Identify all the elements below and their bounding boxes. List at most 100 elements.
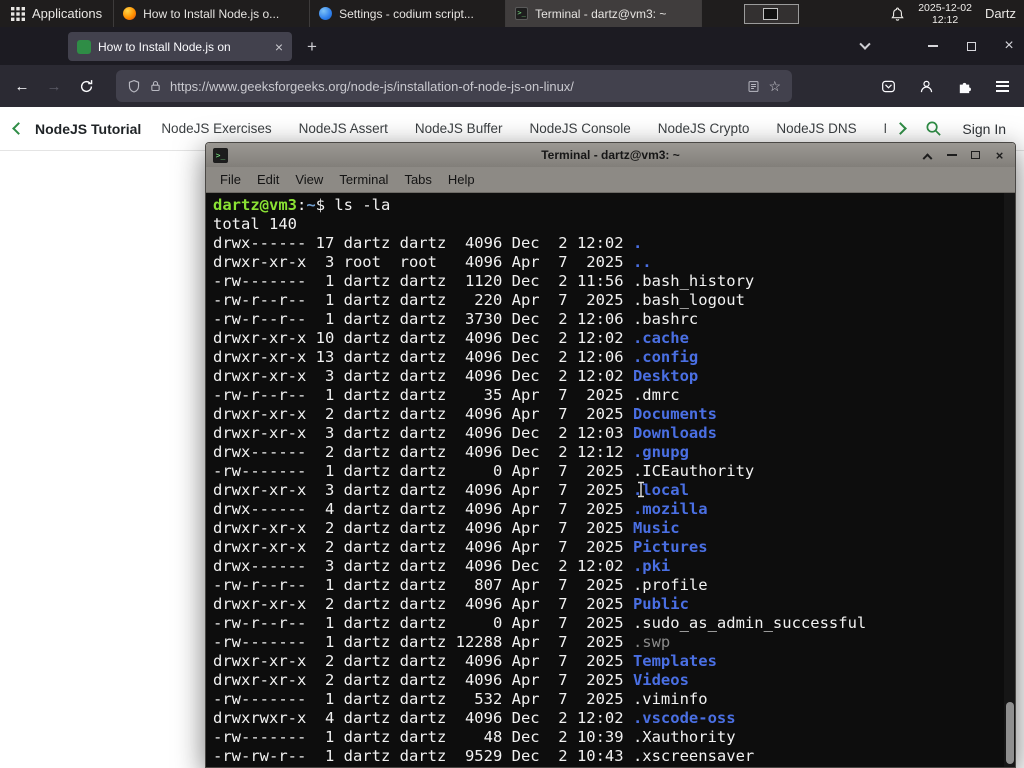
notifications-bell-icon[interactable] (890, 6, 905, 22)
url-bar[interactable]: https://www.geeksforgeeks.org/node-js/in… (116, 70, 792, 102)
applications-grid-icon (11, 6, 25, 21)
terminal-title: Terminal - dartz@vm3: ~ (541, 148, 680, 162)
scrollbar-thumb[interactable] (1005, 702, 1014, 764)
account-icon[interactable] (910, 71, 942, 101)
clock[interactable]: 2025-12-02 12:12 (918, 2, 972, 26)
sign-in-link[interactable]: Sign In (962, 121, 1006, 137)
terminal-line: drwxr-xr-x 3 dartz dartz 4096 Dec 2 12:0… (213, 367, 699, 385)
nav-scroll-right-icon[interactable] (894, 122, 908, 135)
workspace-switcher[interactable] (744, 3, 800, 24)
terminal-line: drwxr-xr-x 2 dartz dartz 4096 Apr 7 2025… (213, 595, 689, 613)
site-nav-item[interactable]: NodeJS Console (529, 121, 630, 136)
terminal-line: drwxrwxr-x 4 dartz dartz 4096 Dec 2 12:0… (213, 709, 736, 727)
menu-hamburger-icon[interactable] (986, 71, 1018, 101)
terminal-line: drwxr-xr-x 3 dartz dartz 4096 Dec 2 12:0… (213, 424, 717, 442)
desktop: Applications How to Install Node.js o...… (0, 0, 1024, 768)
reload-button[interactable] (70, 71, 102, 101)
terminal-line: -rw------- 1 dartz dartz 532 Apr 7 2025 … (213, 690, 708, 708)
list-all-tabs-chevron-icon[interactable] (852, 36, 878, 58)
site-nav-item[interactable]: NodeJS Crypto (658, 121, 750, 136)
terminal-line: -rw------- 1 dartz dartz 1120 Dec 2 11:5… (213, 272, 755, 290)
applications-label: Applications (32, 6, 103, 21)
workspace-window-thumbnail (763, 7, 779, 20)
browser-close-button[interactable]: × (994, 33, 1024, 59)
terminal-line: drwx------ 2 dartz dartz 4096 Dec 2 12:1… (213, 443, 689, 461)
taskbar-button-label: Settings - codium script... (339, 6, 474, 21)
terminal-line: -rw-r--r-- 1 dartz dartz 35 Apr 7 2025 .… (213, 386, 680, 404)
menu-tabs[interactable]: Tabs (396, 169, 439, 190)
taskbar-button[interactable]: >_ Terminal - dartz@vm3: ~ (506, 0, 703, 27)
user-menu[interactable]: Dartz (985, 6, 1016, 21)
terminal-shade-button[interactable] (920, 148, 935, 163)
browser-maximize-button[interactable] (956, 33, 986, 59)
terminal-line: -rw-rw-r-- 1 dartz dartz 9529 Dec 2 10:4… (213, 747, 755, 765)
tab-close-icon[interactable]: × (275, 40, 283, 54)
mouse-ibeam-cursor (636, 481, 646, 503)
site-nav-right: Sign In (894, 120, 1010, 137)
browser-minimize-button[interactable] (918, 33, 948, 59)
taskbar-button[interactable]: Settings - codium script... (310, 0, 507, 27)
terminal-line: drwxr-xr-x 2 dartz dartz 4096 Apr 7 2025… (213, 405, 717, 423)
browser-tab[interactable]: How to Install Node.js on × (68, 32, 292, 61)
terminal-body[interactable]: dartz@vm3:~$ ls -la total 140 drwx------ 1… (206, 193, 1015, 767)
url-text[interactable]: https://www.geeksforgeeks.org/node-js/in… (170, 79, 739, 94)
terminal-line: -rw-r--r-- 1 dartz dartz 220 Apr 7 2025 … (213, 291, 745, 309)
terminal-line: drwx------ 17 dartz dartz 4096 Dec 2 12:… (213, 234, 643, 252)
terminal-line: -rw------- 1 dartz dartz 0 Apr 7 2025 .I… (213, 462, 755, 480)
menu-view[interactable]: View (287, 169, 331, 190)
terminal-line: drwxr-xr-x 2 dartz dartz 4096 Apr 7 2025… (213, 519, 680, 537)
new-tab-button[interactable]: + (300, 35, 324, 59)
terminal-line: drwxr-xr-x 2 dartz dartz 4096 Apr 7 2025… (213, 538, 708, 556)
tracking-protection-shield-icon[interactable] (127, 79, 141, 94)
menu-file[interactable]: File (212, 169, 249, 190)
site-nav-item[interactable]: NodeJS Buffer (415, 121, 503, 136)
tab-title: How to Install Node.js on (98, 39, 231, 54)
terminal-line: -rw------- 1 dartz dartz 48 Dec 2 10:39 … (213, 728, 736, 746)
taskbar-button-label: How to Install Node.js o... (143, 6, 280, 21)
terminal-window: >_ Terminal - dartz@vm3: ~ × File Edit Vie… (205, 142, 1016, 768)
terminal-output: dartz@vm3:~$ ls -la total 140 drwx------ 1… (206, 193, 1015, 766)
terminal-line: -rw-r--r-- 1 dartz dartz 3730 Dec 2 12:0… (213, 310, 699, 328)
clock-date: 2025-12-02 (918, 1, 972, 14)
terminal-icon: >_ (515, 7, 529, 20)
terminal-line: drwx------ 4 dartz dartz 4096 Apr 7 2025… (213, 500, 708, 518)
terminal-line: dartz@vm3:~$ ls -la (213, 196, 391, 214)
menu-terminal[interactable]: Terminal (331, 169, 396, 190)
site-nav-item[interactable]: Node (884, 121, 887, 136)
pocket-icon[interactable] (872, 71, 904, 101)
site-nav-item[interactable]: NodeJS Assert (299, 121, 388, 136)
terminal-titlebar[interactable]: >_ Terminal - dartz@vm3: ~ × (206, 143, 1015, 167)
toolbar-right-icons (872, 71, 1018, 101)
nav-scroll-left-icon[interactable] (12, 122, 25, 135)
terminal-menubar: File Edit View Terminal Tabs Help (206, 167, 1015, 193)
reader-mode-icon[interactable] (747, 80, 760, 93)
menu-help[interactable]: Help (440, 169, 483, 190)
terminal-minimize-button[interactable] (944, 148, 959, 163)
terminal-maximize-button[interactable] (968, 148, 983, 163)
page-favicon-icon (77, 39, 91, 54)
terminal-line: drwxr-xr-x 2 dartz dartz 4096 Apr 7 2025… (213, 652, 717, 670)
terminal-line: drwxr-xr-x 3 root root 4096 Apr 7 2025 .… (213, 253, 652, 271)
taskbar-button[interactable]: How to Install Node.js o... (114, 0, 311, 27)
terminal-line: total 140 (213, 215, 297, 233)
site-nav-item[interactable]: NodeJS DNS (776, 121, 856, 136)
terminal-scrollbar[interactable] (1004, 193, 1015, 767)
panel-status-area: 2025-12-02 12:12 Dartz (890, 0, 1024, 27)
bookmark-star-icon[interactable]: ☆ (768, 78, 781, 95)
extensions-puzzle-icon[interactable] (948, 71, 980, 101)
back-button[interactable]: ← (6, 71, 38, 101)
terminal-line: drwxr-xr-x 10 dartz dartz 4096 Dec 2 12:… (213, 329, 689, 347)
https-lock-icon[interactable] (149, 79, 162, 93)
site-nav-title[interactable]: NodeJS Tutorial (35, 121, 141, 137)
forward-button[interactable]: → (38, 71, 70, 101)
taskbar-button-label: Terminal - dartz@vm3: ~ (535, 6, 667, 21)
terminal-line: -rw-r--r-- 1 dartz dartz 0 Apr 7 2025 .s… (213, 614, 867, 632)
firefox-icon (123, 7, 137, 20)
terminal-close-button[interactable]: × (992, 148, 1007, 163)
menu-edit[interactable]: Edit (249, 169, 287, 190)
site-nav-item[interactable]: NodeJS Exercises (161, 121, 271, 136)
applications-menu-button[interactable]: Applications (0, 0, 113, 27)
search-icon[interactable] (925, 120, 942, 137)
taskbar: How to Install Node.js o... Settings - co… (113, 0, 703, 27)
terminal-line: drwxr-xr-x 3 dartz dartz 4096 Apr 7 2025… (213, 481, 689, 499)
